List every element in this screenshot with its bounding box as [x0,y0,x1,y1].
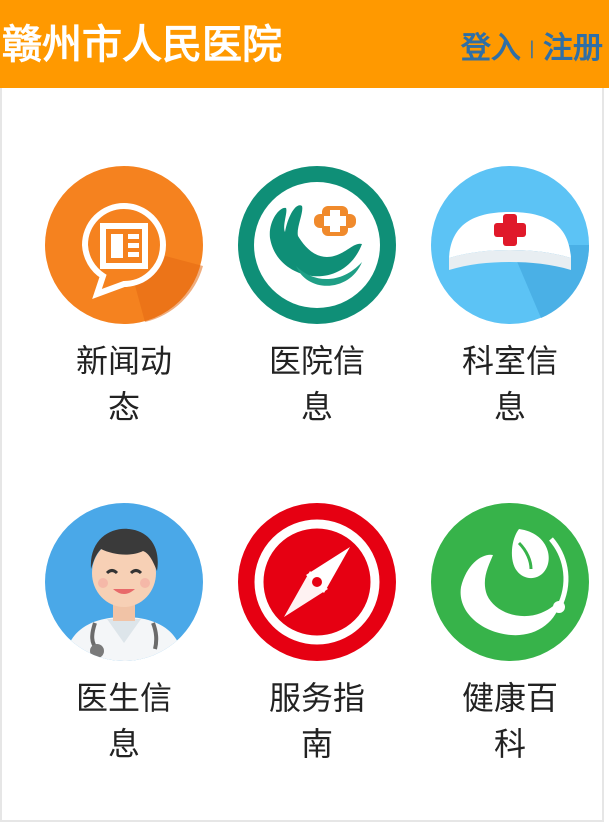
tile-label: 服务指南 [268,679,365,763]
news-icon [45,166,203,324]
tile-news[interactable]: 新闻动态 [29,166,219,430]
tile-hospital-info[interactable]: 医院信息 [222,166,412,430]
tile-department-info[interactable]: 科室信息 [415,166,605,430]
leaf-hand-icon [431,503,589,661]
compass-icon [238,503,396,661]
tile-label: 新闻动态 [75,342,172,426]
tile-service-guide[interactable]: 服务指南 [222,503,412,767]
auth-links: 登入 | 注册 [461,10,603,80]
nurse-cap-icon [431,166,589,324]
tile-health-encyclopedia[interactable]: 健康百科 [415,503,605,767]
app-title: 赣州市人民医院 [2,22,282,68]
tile-doctor-info[interactable]: 医生信息 [29,503,219,767]
auth-separator: | [528,37,535,59]
app-header: 赣州市人民医院 登入 | 注册 [0,0,609,88]
tile-label: 健康百科 [461,679,558,763]
doctor-avatar-icon [45,503,203,661]
tile-label: 医生信息 [75,679,172,763]
tile-label: 科室信息 [461,342,558,426]
tile-label: 医院信息 [268,342,365,426]
register-link[interactable]: 注册 [543,23,603,67]
login-link[interactable]: 登入 [461,23,521,67]
hospital-hand-icon [238,166,396,324]
